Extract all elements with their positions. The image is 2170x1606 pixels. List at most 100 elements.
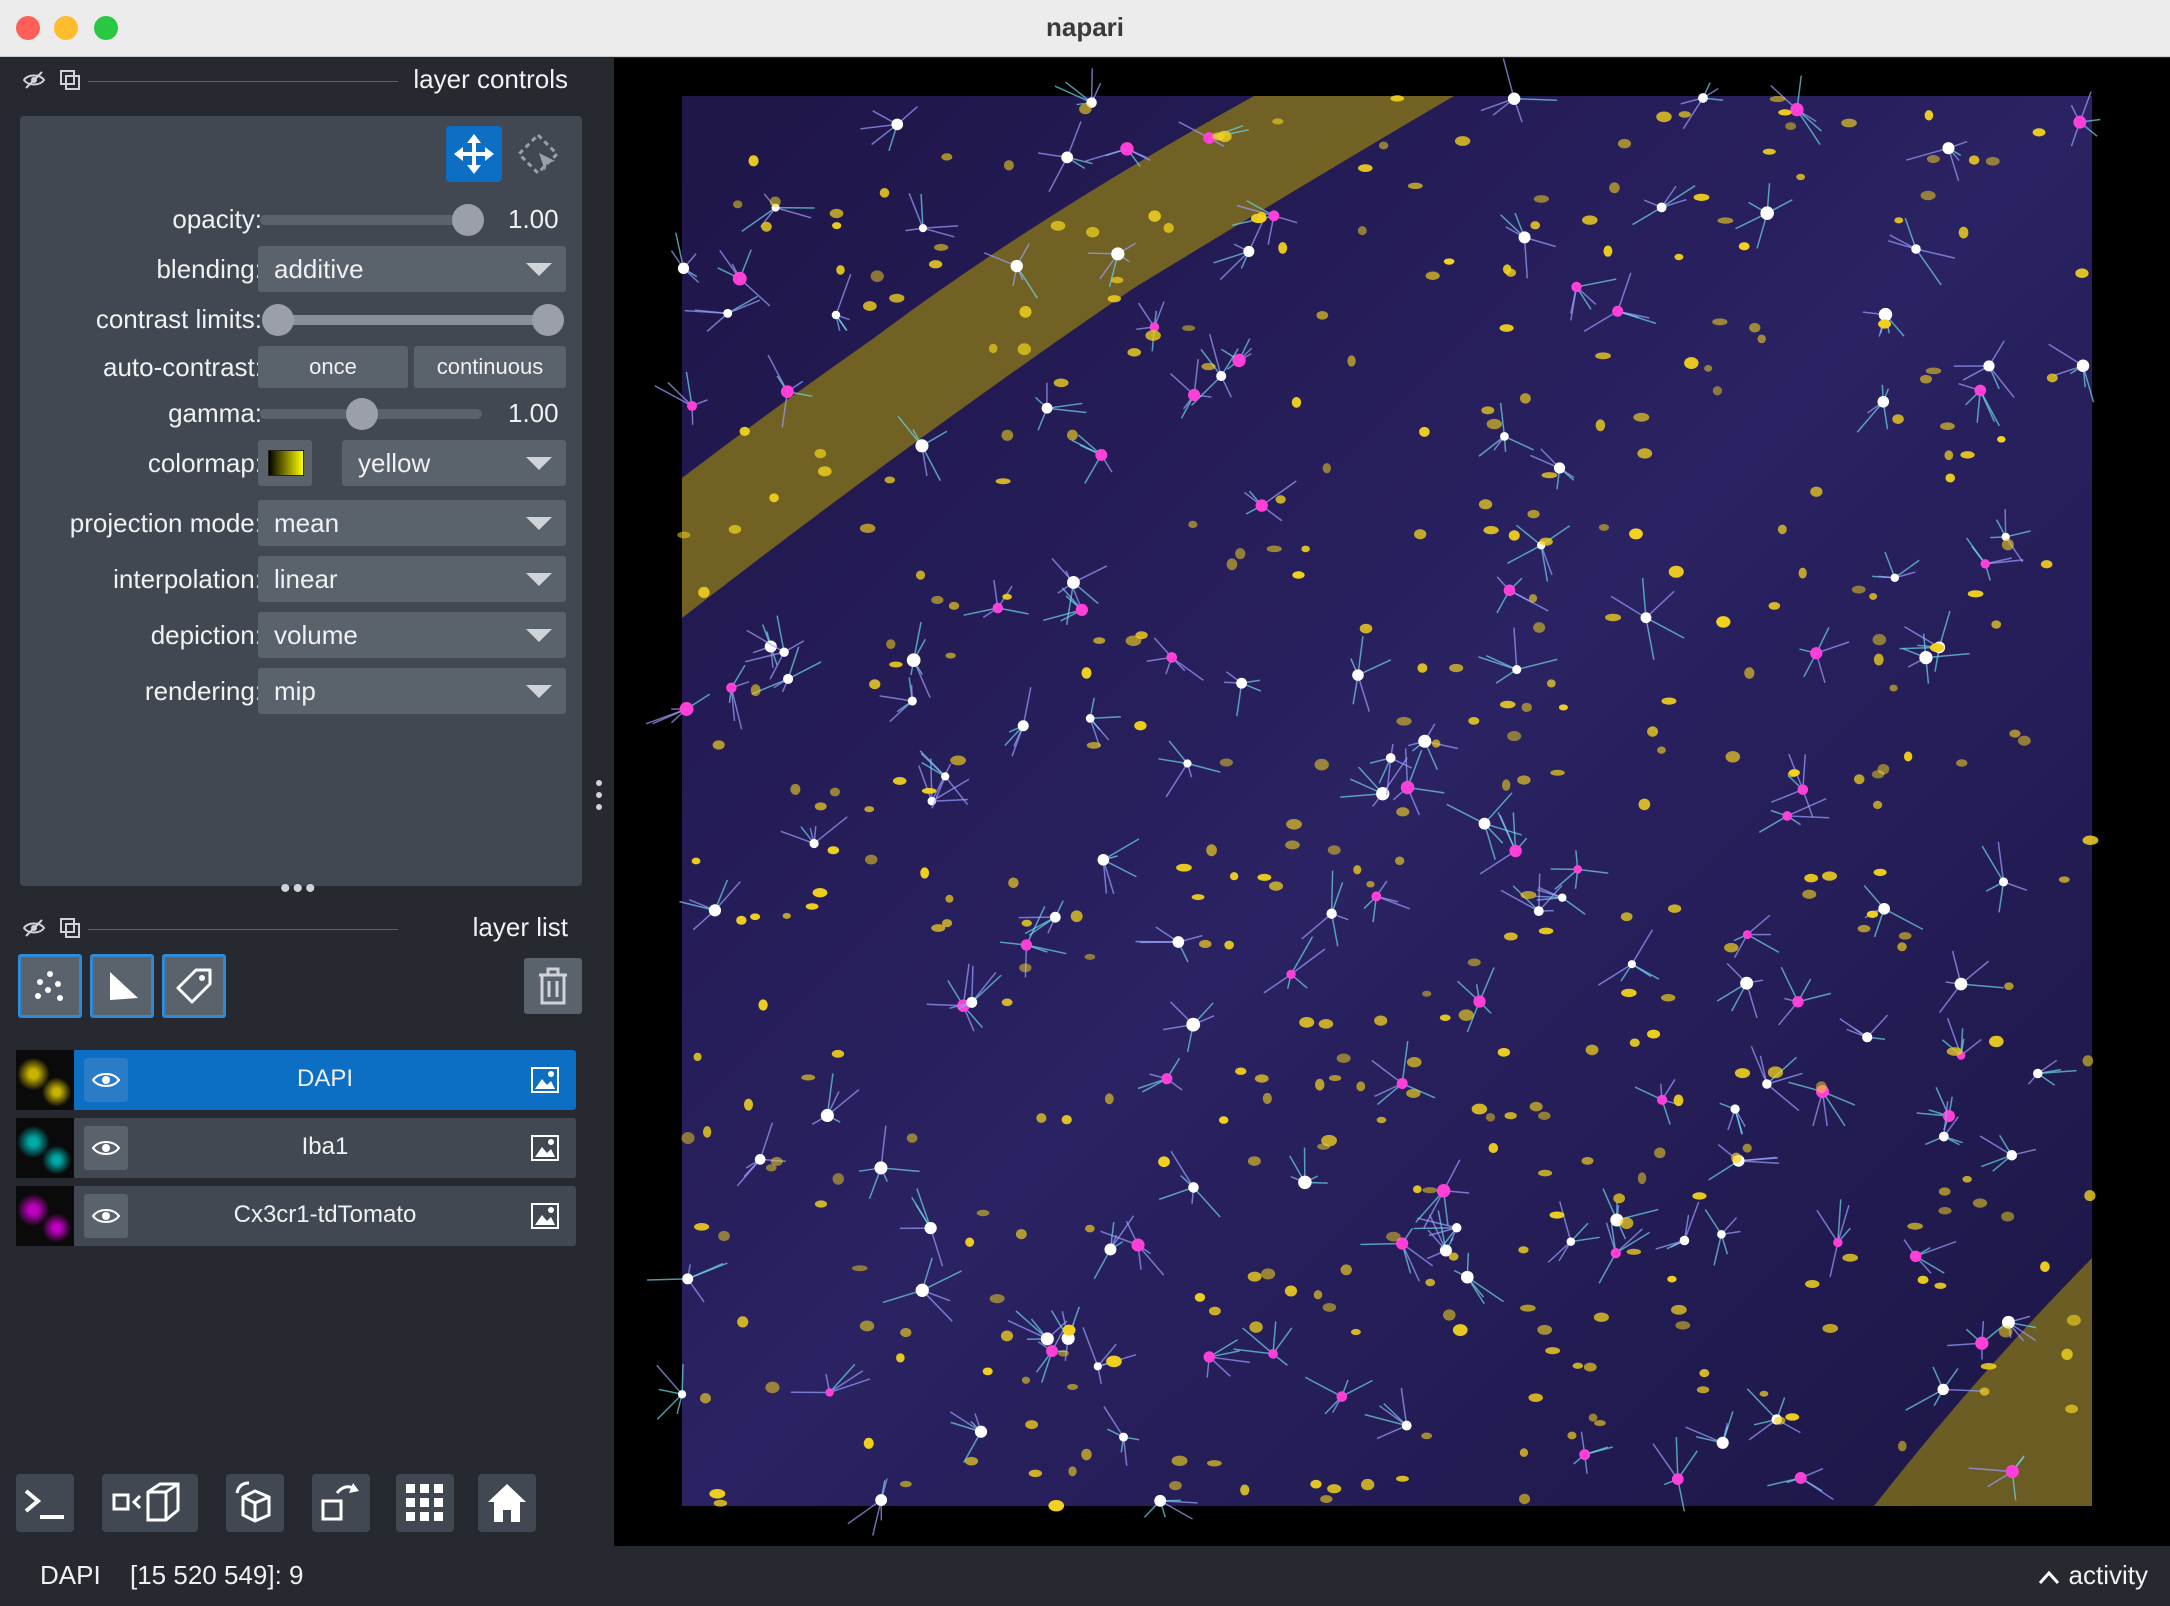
grid-view-button[interactable] — [396, 1474, 454, 1532]
layer-controls-panel: opacity: 1.00 blending: additive contras… — [20, 116, 582, 886]
2d-3d-toggle-icon — [112, 1482, 180, 1522]
home-icon — [488, 1484, 526, 1522]
chevron-down-icon — [526, 573, 552, 586]
projection-mode-label: projection mode: — [69, 508, 262, 538]
blending-dropdown[interactable]: additive — [258, 246, 566, 292]
header-divider — [88, 81, 398, 82]
image-layer-icon — [531, 1203, 559, 1229]
layer-row[interactable]: Cx3cr1-tdTomato — [16, 1186, 576, 1246]
home-button[interactable] — [478, 1474, 536, 1532]
contrast-limits-label: contrast limits: — [95, 304, 262, 334]
interpolation-row: interpolation: linear — [20, 556, 582, 602]
points-icon — [35, 971, 63, 1001]
new-points-layer-button[interactable] — [18, 954, 82, 1018]
visibility-toggle[interactable] — [84, 1126, 128, 1170]
contrast-limits-slider[interactable] — [270, 315, 560, 325]
dock-splitter-handle[interactable] — [596, 780, 604, 816]
rendering-value: mip — [274, 676, 316, 706]
layer-body[interactable]: Cx3cr1-tdTomato — [74, 1186, 576, 1246]
trash-icon — [539, 967, 567, 1005]
eye-icon — [91, 1073, 121, 1087]
rendering-label: rendering: — [144, 676, 262, 706]
layer-row[interactable]: DAPI — [16, 1050, 576, 1110]
window-title: napari — [1045, 12, 1125, 42]
chevron-down-icon — [526, 457, 552, 470]
new-shapes-layer-button[interactable] — [90, 954, 154, 1018]
chevron-down-icon — [526, 517, 552, 530]
rendering-dropdown[interactable]: mip — [258, 668, 566, 714]
layer-list-header: layer list — [18, 908, 578, 948]
layer-row[interactable]: Iba1 — [16, 1118, 576, 1178]
colormap-row: colormap: yellow — [20, 440, 582, 486]
layer-body[interactable]: Iba1 — [74, 1118, 576, 1178]
float-dock-icon[interactable] — [58, 916, 82, 940]
viewer-canvas[interactable] — [614, 58, 2170, 1546]
image-canvas[interactable] — [614, 58, 2170, 1546]
interpolation-label: interpolation: — [113, 564, 262, 594]
colormap-preview[interactable] — [258, 440, 312, 486]
image-layer-icon — [531, 1067, 559, 1093]
chevron-up-icon — [2039, 1570, 2060, 1585]
layer-controls-header: layer controls — [18, 60, 578, 100]
transpose-icon — [321, 1483, 359, 1521]
layer-name: Cx3cr1-tdTomato — [233, 1201, 417, 1228]
console-button[interactable] — [16, 1474, 74, 1532]
delete-layer-button[interactable] — [524, 958, 582, 1014]
chevron-down-icon — [526, 263, 552, 276]
title-bar: napari — [0, 0, 2170, 57]
eye-icon — [91, 1141, 121, 1155]
activity-button[interactable]: activity — [2037, 1560, 2148, 1591]
transform-button[interactable] — [510, 126, 566, 182]
blending-row: blending: additive — [20, 246, 582, 292]
chevron-down-icon — [526, 685, 552, 698]
opacity-value: 1.00 — [508, 204, 559, 234]
new-labels-layer-button[interactable] — [162, 954, 226, 1018]
depiction-label: depiction: — [150, 620, 262, 650]
auto-contrast-row: auto-contrast: once continuous — [20, 346, 582, 390]
opacity-slider-handle[interactable] — [452, 204, 484, 236]
interpolation-dropdown[interactable]: linear — [258, 556, 566, 602]
gamma-slider-handle[interactable] — [346, 398, 379, 430]
colormap-dropdown[interactable]: yellow — [342, 440, 566, 486]
layer-list-title: layer list — [472, 912, 568, 942]
layer-body[interactable]: DAPI — [74, 1050, 576, 1110]
opacity-row: opacity: 1.00 — [20, 198, 582, 242]
activity-label: activity — [2068, 1560, 2148, 1590]
auto-contrast-continuous-button[interactable]: continuous — [414, 346, 566, 388]
move-arrows-icon — [454, 134, 494, 174]
visibility-toggle[interactable] — [84, 1194, 128, 1238]
depiction-dropdown[interactable]: volume — [258, 612, 566, 658]
layer-thumbnail — [16, 1118, 74, 1178]
layer-thumbnail — [16, 1186, 74, 1246]
projection-mode-value: mean — [274, 508, 340, 538]
colormap-value: yellow — [358, 448, 431, 478]
contrast-high-handle[interactable] — [532, 304, 564, 336]
hide-dock-icon[interactable] — [22, 68, 46, 92]
transform-icon — [516, 132, 560, 176]
label-tag-icon — [176, 968, 212, 1004]
projection-mode-dropdown[interactable]: mean — [258, 500, 566, 546]
contrast-limits-row: contrast limits: — [20, 298, 582, 342]
transpose-dims-button[interactable] — [312, 1474, 370, 1532]
opacity-slider[interactable] — [260, 215, 482, 225]
layer-thumbnail — [16, 1050, 74, 1110]
contrast-low-handle[interactable] — [262, 304, 294, 336]
panel-splitter-handle[interactable]: ••• — [280, 872, 318, 906]
pan-zoom-button[interactable] — [446, 126, 502, 182]
visibility-toggle[interactable] — [84, 1058, 128, 1102]
grid-icon — [406, 1484, 443, 1521]
opacity-label: opacity: — [172, 204, 262, 234]
roll-cube-icon — [235, 1481, 271, 1523]
interpolation-value: linear — [274, 564, 338, 594]
toggle-ndisplay-button[interactable] — [102, 1474, 198, 1532]
hide-dock-icon[interactable] — [22, 916, 46, 940]
gamma-value: 1.00 — [508, 398, 559, 428]
gamma-label: gamma: — [168, 398, 262, 428]
auto-contrast-label: auto-contrast: — [103, 352, 262, 382]
depiction-value: volume — [274, 620, 358, 650]
image-layer-icon — [531, 1135, 559, 1161]
auto-contrast-once-button[interactable]: once — [258, 346, 408, 388]
shapes-icon — [110, 972, 138, 1000]
float-dock-icon[interactable] — [58, 68, 82, 92]
roll-dims-button[interactable] — [226, 1474, 284, 1532]
